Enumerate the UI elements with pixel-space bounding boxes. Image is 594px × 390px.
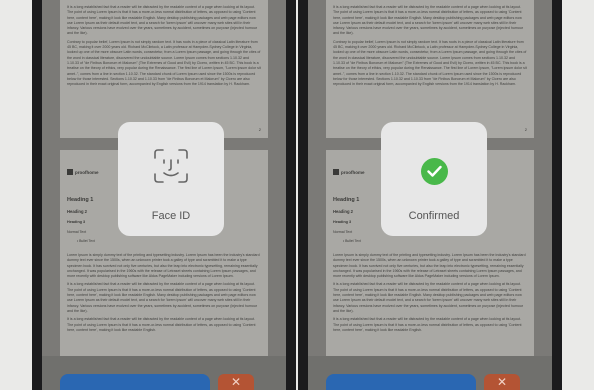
paragraph: It is a long established fact that a rea… (67, 317, 256, 332)
paragraph: It is a long established fact that a rea… (67, 5, 258, 36)
bullet-text: • Bullet Text (343, 239, 361, 243)
document-page-top: It is a long established fact that a rea… (326, 0, 534, 138)
paragraph: Lorem Ipsum is simply dummy text of the … (67, 253, 260, 279)
brand-logo-icon (333, 169, 339, 175)
primary-action-button[interactable] (326, 374, 476, 390)
dialog-label: Face ID (151, 210, 191, 222)
face-id-icon (154, 149, 188, 183)
phone-screen: It is a long established fact that a rea… (308, 0, 552, 390)
paragraph: Contrary to popular belief, Lorem Ipsum … (67, 39, 261, 87)
bullet-label: Bullet Text (345, 239, 361, 243)
face-id-dialog: Face ID (118, 122, 224, 236)
paragraph: It is a long established fact that a rea… (333, 317, 522, 332)
paragraph: Contrary to popular belief, Lorem Ipsum … (333, 39, 527, 87)
close-icon: ✕ (230, 375, 242, 389)
bullet-text: • Bullet Text (77, 239, 95, 243)
cancel-button[interactable]: ✕ (484, 374, 520, 390)
phone-screen: It is a long established fact that a rea… (42, 0, 286, 390)
paragraph: Lorem Ipsum is simply dummy text of the … (333, 253, 526, 279)
brand-name: proofhome (75, 169, 99, 175)
page-number: 2 (524, 127, 527, 132)
bottom-action-bar: ✕ (42, 356, 286, 390)
confirmed-dialog: Confirmed (381, 122, 487, 236)
paragraph: It is a long established fact that a rea… (333, 282, 524, 313)
phone-left: It is a long established fact that a rea… (32, 0, 296, 390)
bottom-action-bar: ✕ (308, 356, 552, 390)
paragraph: It is a long established fact that a rea… (67, 282, 258, 313)
paragraph: It is a long established fact that a rea… (333, 5, 524, 36)
bottom-body: Lorem Ipsum is simply dummy text of the … (333, 253, 527, 333)
cancel-button[interactable]: ✕ (218, 374, 254, 390)
checkmark-icon (421, 158, 448, 185)
bullet-label: Bullet Text (79, 239, 95, 243)
brand-name: proofhome (341, 169, 365, 175)
dialog-label: Confirmed (408, 210, 460, 222)
checkmark-glyph (427, 165, 442, 177)
bottom-body: Lorem Ipsum is simply dummy text of the … (67, 253, 261, 333)
document-page-top: It is a long established fact that a rea… (60, 0, 268, 138)
close-icon: ✕ (496, 375, 508, 389)
brand-logo-icon (67, 169, 73, 175)
phone-right: It is a long established fact that a rea… (298, 0, 562, 390)
primary-action-button[interactable] (60, 374, 210, 390)
page-number: 2 (258, 127, 261, 132)
